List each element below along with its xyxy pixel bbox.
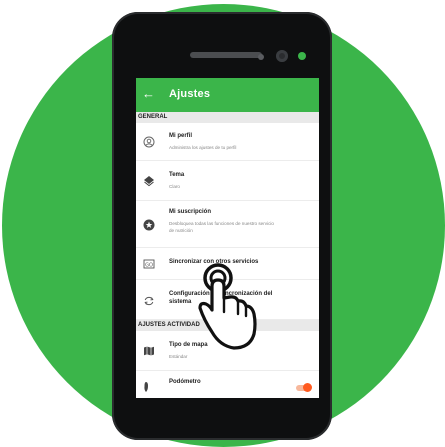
page-title: Ajustes xyxy=(169,88,211,100)
settings-item-subscription[interactable]: Mi suscripción Desbloquea todas las func… xyxy=(136,201,319,248)
settings-item-profile[interactable]: Mi perfil Administra los ajustes de tu p… xyxy=(136,123,319,161)
svg-text:GO: GO xyxy=(145,262,153,268)
section-general: GENERAL xyxy=(136,112,319,123)
phone-led xyxy=(298,52,306,60)
item-title: Podómetro xyxy=(169,379,201,385)
phone-speaker xyxy=(190,52,262,58)
item-subtitle: Desbloquea todas las funciones de nuestr… xyxy=(169,221,274,226)
theme-icon xyxy=(144,176,154,187)
settings-item-pedometer[interactable]: Podómetro xyxy=(136,371,319,398)
map-icon xyxy=(144,346,154,356)
sync-services-icon: GO xyxy=(143,259,155,269)
item-subtitle: Claro xyxy=(169,184,180,189)
phone-camera xyxy=(276,50,288,62)
arrow-left-icon[interactable]: ← xyxy=(142,86,155,102)
item-title: Mi suscripción xyxy=(169,209,212,215)
item-subtitle: Administra los ajustes de tu perfil xyxy=(169,145,237,150)
item-title: Tema xyxy=(169,172,185,178)
pedometer-toggle[interactable] xyxy=(296,383,312,392)
user-icon xyxy=(143,136,155,148)
toggle-knob xyxy=(303,383,312,392)
shoe-icon xyxy=(144,382,148,392)
settings-item-theme[interactable]: Tema Claro xyxy=(136,161,319,201)
item-subtitle-2: de nutrición xyxy=(169,228,193,233)
tap-hand-icon xyxy=(198,263,257,350)
item-title: Mi perfil xyxy=(169,133,193,139)
star-badge-icon xyxy=(143,219,155,231)
app-bar: ← Ajustes xyxy=(136,78,319,112)
item-subtitle: Estándar xyxy=(169,354,188,359)
phone-sensor xyxy=(258,54,264,60)
sync-icon xyxy=(144,296,154,306)
